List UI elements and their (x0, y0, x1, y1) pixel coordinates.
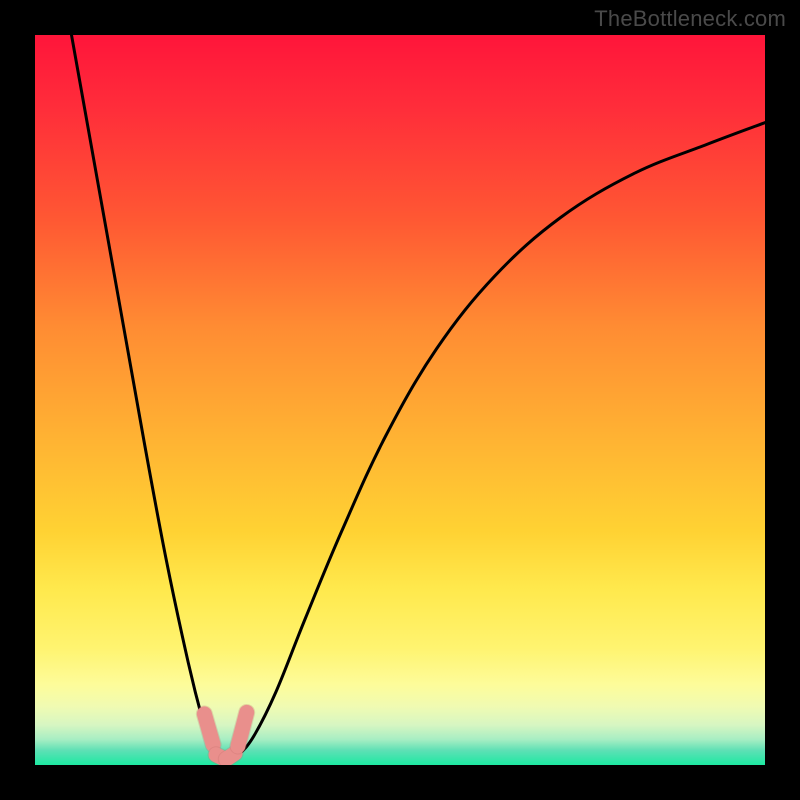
curve-layer (35, 35, 765, 765)
curve-right (218, 123, 766, 759)
marker-capsule (226, 753, 235, 759)
marker-capsule (238, 712, 247, 746)
curve-left (72, 35, 233, 758)
minimum-markers (204, 712, 246, 759)
chart-frame: TheBottleneck.com (0, 0, 800, 800)
plot-area (35, 35, 765, 765)
watermark-text: TheBottleneck.com (594, 6, 786, 32)
marker-capsule (204, 714, 213, 745)
